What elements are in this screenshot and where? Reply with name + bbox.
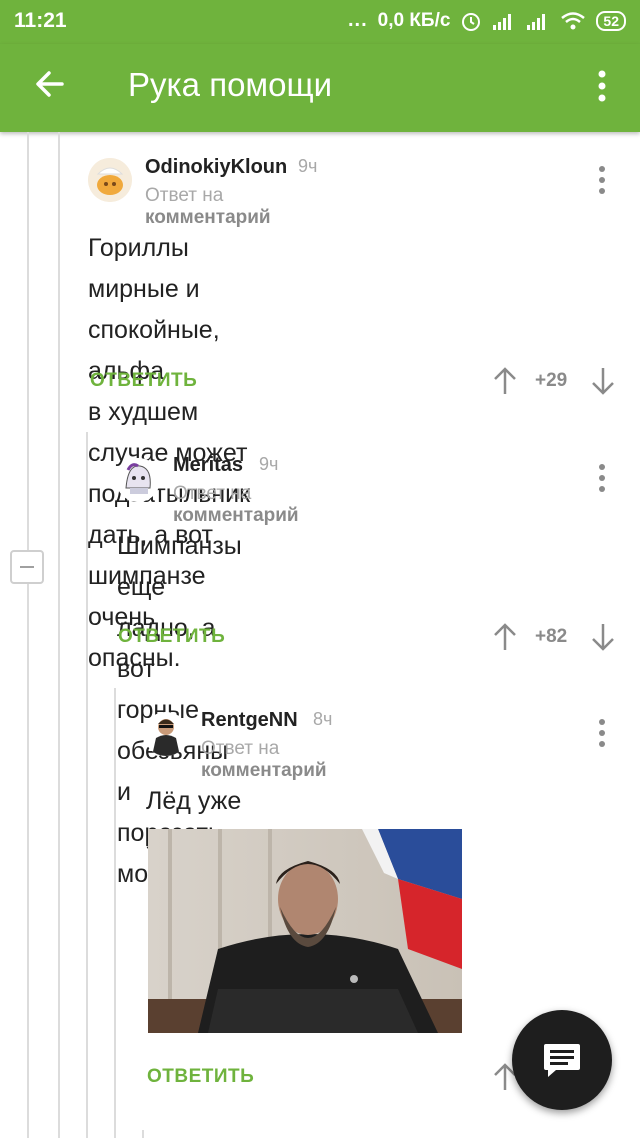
upvote-arrow-icon[interactable] <box>492 366 518 396</box>
photo-illustration <box>148 829 462 1033</box>
upvote-arrow-icon[interactable] <box>492 622 518 652</box>
comment-rating: +29 <box>535 370 568 391</box>
reply-to-label: Ответ на комментарий <box>201 738 327 782</box>
comment-time: 9ч <box>298 156 318 176</box>
comment-text-line: Гориллы мирные и спокойные, альфа <box>88 234 220 385</box>
battery-icon: 52 <box>596 10 626 31</box>
comment-image[interactable] <box>148 829 462 1033</box>
status-bar: 11:21 ... 0,0 КБ/с 52 <box>0 0 640 44</box>
thread-line <box>27 584 29 1138</box>
comment-menu-icon[interactable] <box>597 463 607 493</box>
page-title: Рука помощи <box>128 66 333 103</box>
reply-to-link[interactable]: комментарий <box>173 505 299 526</box>
comment-menu-icon[interactable] <box>597 718 607 748</box>
comment-time: 8ч <box>313 709 333 729</box>
wifi-icon <box>561 11 586 29</box>
avatar[interactable] <box>144 712 188 756</box>
comment-author[interactable]: OdinokiyKloun <box>145 156 287 179</box>
back-arrow-icon[interactable] <box>30 64 70 104</box>
comment-rating: +82 <box>535 626 568 647</box>
downvote-arrow-icon[interactable] <box>590 622 616 652</box>
avatar-image <box>88 158 132 202</box>
chat-icon <box>544 1044 580 1077</box>
thread-line <box>58 132 60 1138</box>
thread-line <box>114 688 116 1138</box>
reply-to-text: Ответ на <box>173 483 252 504</box>
status-time: 11:21 <box>14 9 67 32</box>
comment-time: 9ч <box>259 454 279 474</box>
signal-icon-2 <box>527 13 546 30</box>
network-speed: 0,0 КБ/с <box>377 9 451 31</box>
avatar-image <box>144 712 188 756</box>
reply-to-label: Ответ на комментарий <box>173 483 299 527</box>
avatar[interactable] <box>88 158 132 202</box>
reply-to-text: Ответ на <box>145 185 224 206</box>
reply-button[interactable]: ОТВЕТИТЬ <box>147 1066 254 1088</box>
overflow-menu-icon[interactable] <box>592 66 612 106</box>
comment-menu-icon[interactable] <box>597 165 607 195</box>
signal-icon <box>493 13 512 30</box>
downvote-arrow-icon[interactable] <box>590 366 616 396</box>
new-comment-button[interactable] <box>512 1010 612 1110</box>
avatar-image <box>116 458 160 502</box>
reply-button[interactable]: ОТВЕТИТЬ <box>90 370 197 392</box>
thread-line <box>27 132 29 550</box>
reply-to-label: Ответ на комментарий <box>145 185 271 229</box>
reply-button[interactable]: ОТВЕТИТЬ <box>118 626 225 648</box>
reply-to-link[interactable]: комментарий <box>145 207 271 228</box>
comment-author[interactable]: RentgeNN <box>201 709 298 732</box>
avatar[interactable] <box>116 458 160 502</box>
thread-line <box>142 1130 144 1138</box>
reply-to-text: Ответ на <box>201 738 280 759</box>
reply-to-link[interactable]: комментарий <box>201 760 327 781</box>
notification-dots: ... <box>347 9 368 31</box>
comment-author[interactable]: Meritas <box>173 454 243 477</box>
status-indicators: ... 0,0 КБ/с 52 <box>348 9 626 32</box>
collapse-icon[interactable] <box>10 550 44 584</box>
alarm-icon <box>462 12 481 31</box>
app-bar: Рука помощи <box>0 44 640 132</box>
